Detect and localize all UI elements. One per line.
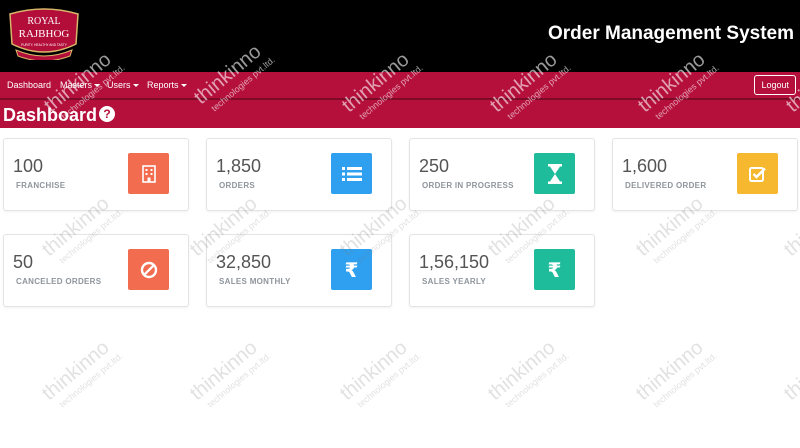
nav-item-masters[interactable]: Masters [60, 72, 101, 98]
page-title: Dashboard [3, 105, 98, 125]
nav-item-users[interactable]: Users [107, 72, 139, 98]
stat-card-sales-monthly[interactable]: 32,850 SALES MONTHLY ₹ [206, 234, 392, 307]
logout-button[interactable]: Logout [754, 75, 796, 95]
question-circle-icon[interactable]: ? [99, 106, 115, 122]
watermark: thinkinnotechnologies pvt.ltd. [632, 336, 719, 410]
list-icon [331, 153, 372, 194]
card-label: SALES YEARLY [422, 277, 487, 286]
watermark: thinkinnotechnologies pvt.ltd. [780, 336, 800, 410]
card-label: SALES MONTHLY [219, 277, 291, 286]
card-value: 50 [13, 252, 34, 272]
nav-item-reports[interactable]: Reports [147, 72, 187, 98]
logo-tagline: PURITY, HEALTHY AND TASTY [21, 43, 68, 47]
card-label: CANCELED ORDERS [16, 277, 102, 286]
app-root: ROYAL RAJBHOG PURITY, HEALTHY AND TASTY … [0, 0, 800, 448]
logo-line1: ROYAL [27, 16, 60, 27]
stat-card-sales-yearly[interactable]: 1,56,150 SALES YEARLY ₹ [409, 234, 595, 307]
hourglass-icon [534, 153, 575, 194]
check-square-icon [737, 153, 778, 194]
card-value: 100 [13, 156, 44, 176]
rupee-symbol: ₹ [547, 257, 562, 282]
main-navbar: Dashboard Masters Users Reports [0, 72, 800, 98]
card-value: 1,850 [216, 156, 262, 176]
card-value: 250 [419, 156, 450, 176]
nav-label: Dashboard [7, 80, 52, 90]
nav-label: Users [107, 80, 131, 90]
card-value: 32,850 [216, 252, 272, 272]
stat-card-franchise[interactable]: 100 FRANCHISE [3, 138, 189, 211]
card-label: ORDER IN PROGRESS [422, 181, 514, 190]
stat-card-canceled-orders[interactable]: 50 CANCELED ORDERS [3, 234, 189, 307]
ban-icon [128, 249, 169, 290]
logo-graphic: ROYAL RAJBHOG PURITY, HEALTHY AND TASTY [9, 8, 79, 62]
logo-line2: RAJBHOG [19, 28, 70, 40]
building-icon [128, 153, 169, 194]
rupee-icon: ₹ [534, 249, 575, 290]
watermark: thinkinnotechnologies pvt.ltd. [186, 336, 273, 410]
top-header: ROYAL RAJBHOG PURITY, HEALTHY AND TASTY … [0, 0, 800, 72]
royal-rajbhog-logo[interactable]: ROYAL RAJBHOG PURITY, HEALTHY AND TASTY [6, 6, 82, 62]
watermark: thinkinnotechnologies pvt.ltd. [38, 336, 125, 410]
stat-card-order-in-progress[interactable]: 250 ORDER IN PROGRESS [409, 138, 595, 211]
nav-label: Masters [60, 80, 93, 90]
card-label: FRANCHISE [16, 181, 66, 190]
page-title-bar: Dashboard ? [0, 98, 800, 128]
nav-label: Reports [147, 80, 179, 90]
watermark: thinkinnotechnologies pvt.ltd. [484, 336, 571, 410]
card-label: DELIVERED ORDER [625, 181, 707, 190]
rupee-icon: ₹ [331, 249, 372, 290]
caret-down-icon [94, 84, 101, 88]
stat-card-orders[interactable]: 1,850 ORDERS [206, 138, 392, 211]
app-title: Order Management System [547, 23, 794, 44]
nav-item-dashboard[interactable]: Dashboard [7, 72, 51, 98]
caret-down-icon [132, 84, 139, 88]
card-value: 1,600 [622, 156, 668, 176]
watermark: thinkinnotechnologies pvt.ltd. [336, 336, 423, 410]
card-value: 1,56,150 [419, 252, 490, 272]
rupee-symbol: ₹ [344, 257, 359, 282]
caret-down-icon [180, 84, 187, 88]
card-label: ORDERS [219, 181, 256, 190]
stat-card-delivered-order[interactable]: 1,600 DELIVERED ORDER [612, 138, 798, 211]
